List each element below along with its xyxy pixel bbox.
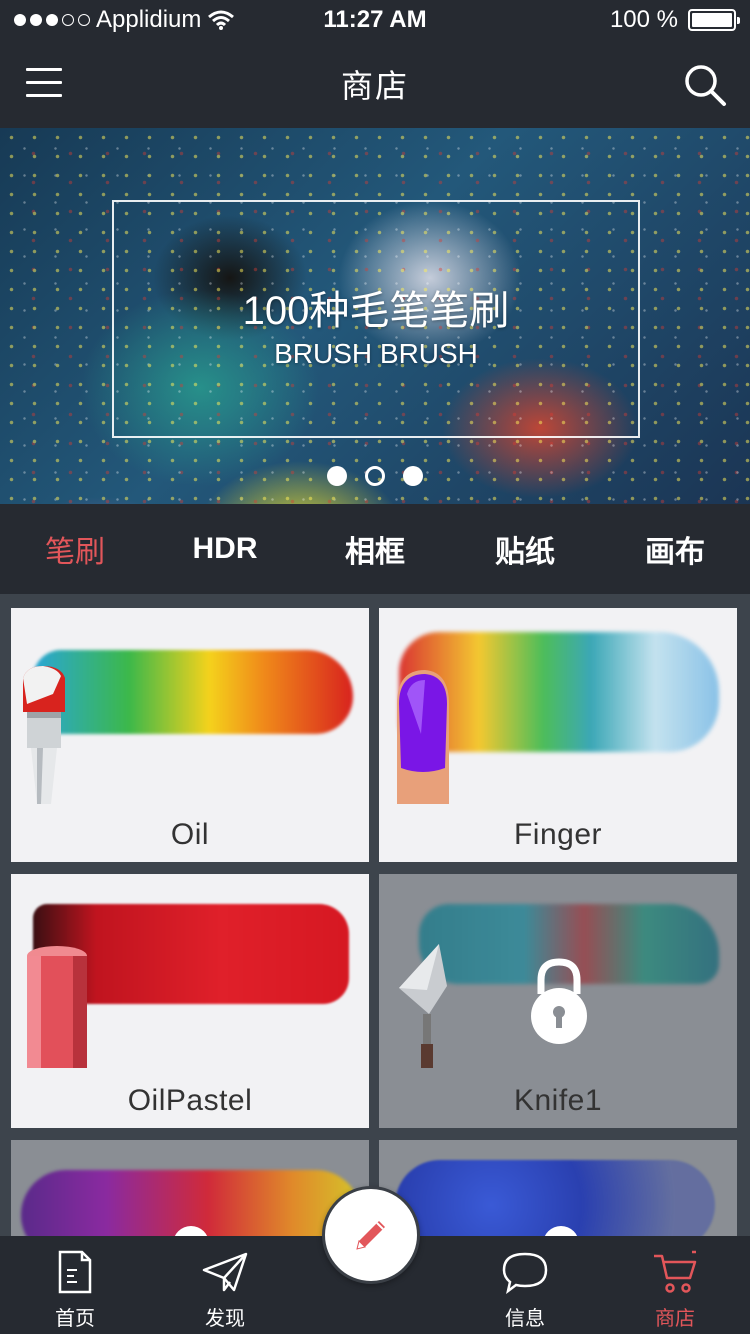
- brush-name: OilPastel: [127, 1084, 253, 1117]
- tab-home[interactable]: 首页: [0, 1236, 150, 1334]
- tab-label: 首页: [55, 1308, 95, 1330]
- battery-percentage: 100 %: [609, 6, 678, 33]
- brush-name: Knife1: [513, 1084, 603, 1117]
- oil-paint-stroke: [33, 650, 353, 734]
- status-bar: Applidium 11:27 AM 100 %: [0, 0, 750, 40]
- pastel-stick-icon: [27, 946, 87, 1068]
- page-title: 商店: [340, 68, 409, 104]
- tab-brush[interactable]: 笔刷: [0, 527, 150, 571]
- palette-knife-icon: [399, 944, 447, 1068]
- document-icon: [58, 1250, 92, 1294]
- tab-hdr[interactable]: HDR: [150, 532, 300, 566]
- finger-icon: [397, 670, 449, 804]
- battery-fill: [692, 13, 732, 27]
- paint-brush-icon: [23, 666, 65, 804]
- banner-frame: 100种毛笔笔刷 BRUSH BRUSH: [112, 200, 640, 438]
- tab-store[interactable]: 商店: [600, 1236, 750, 1334]
- brush-card-locked[interactable]: [379, 1140, 737, 1236]
- lock-icon: [531, 958, 587, 1044]
- tab-canvas[interactable]: 画布: [600, 527, 750, 571]
- tab-messages[interactable]: 信息: [450, 1236, 600, 1334]
- category-tabs: 笔刷 HDR 相框 贴纸 画布: [0, 504, 750, 594]
- tab-discover[interactable]: 发现: [150, 1236, 300, 1334]
- status-right: 100 %: [609, 6, 740, 34]
- brush-card-finger[interactable]: Finger: [379, 608, 737, 862]
- tab-label: 发现: [205, 1308, 245, 1330]
- chat-bubble-icon: [502, 1252, 548, 1294]
- brush-name: Oil: [170, 818, 210, 851]
- banner-subtitle: BRUSH BRUSH: [274, 338, 478, 369]
- wifi-icon: [208, 10, 235, 30]
- create-button[interactable]: [322, 1186, 420, 1284]
- lock-icon: [174, 1226, 208, 1236]
- brush-card-knife1[interactable]: Knife1: [379, 874, 737, 1128]
- signal-strength-icon: [14, 14, 90, 26]
- tab-label: 商店: [655, 1308, 695, 1330]
- brush-name: Finger: [513, 818, 603, 851]
- paper-plane-icon: [202, 1252, 248, 1292]
- hamburger-menu-icon[interactable]: [26, 68, 62, 100]
- pencil-icon: [356, 1221, 385, 1250]
- brush-grid: Oil Finger OilPastel Knife1: [0, 594, 750, 1236]
- tab-label: 信息: [505, 1308, 545, 1330]
- brush-card-locked[interactable]: [11, 1140, 369, 1236]
- lock-icon: [544, 1226, 578, 1236]
- brush-card-oil[interactable]: Oil: [11, 608, 369, 862]
- banner-title: 100种毛笔笔刷: [242, 289, 510, 333]
- search-icon[interactable]: [682, 62, 728, 108]
- pagination-dot-active[interactable]: [365, 466, 385, 486]
- battery-icon: [688, 9, 740, 31]
- banner-pagination: [0, 466, 750, 486]
- pagination-dot[interactable]: [403, 466, 423, 486]
- promo-banner[interactable]: 100种毛笔笔刷 BRUSH BRUSH: [0, 128, 750, 504]
- status-left: Applidium: [14, 6, 235, 34]
- tab-frame[interactable]: 相框: [300, 527, 450, 571]
- shopping-cart-icon: [654, 1250, 697, 1293]
- tab-sticker[interactable]: 贴纸: [450, 527, 600, 571]
- pagination-dot[interactable]: [327, 466, 347, 486]
- nav-bar: 商店: [0, 40, 750, 128]
- brush-card-oilpastel[interactable]: OilPastel: [11, 874, 369, 1128]
- carrier-name: Applidium: [96, 6, 202, 33]
